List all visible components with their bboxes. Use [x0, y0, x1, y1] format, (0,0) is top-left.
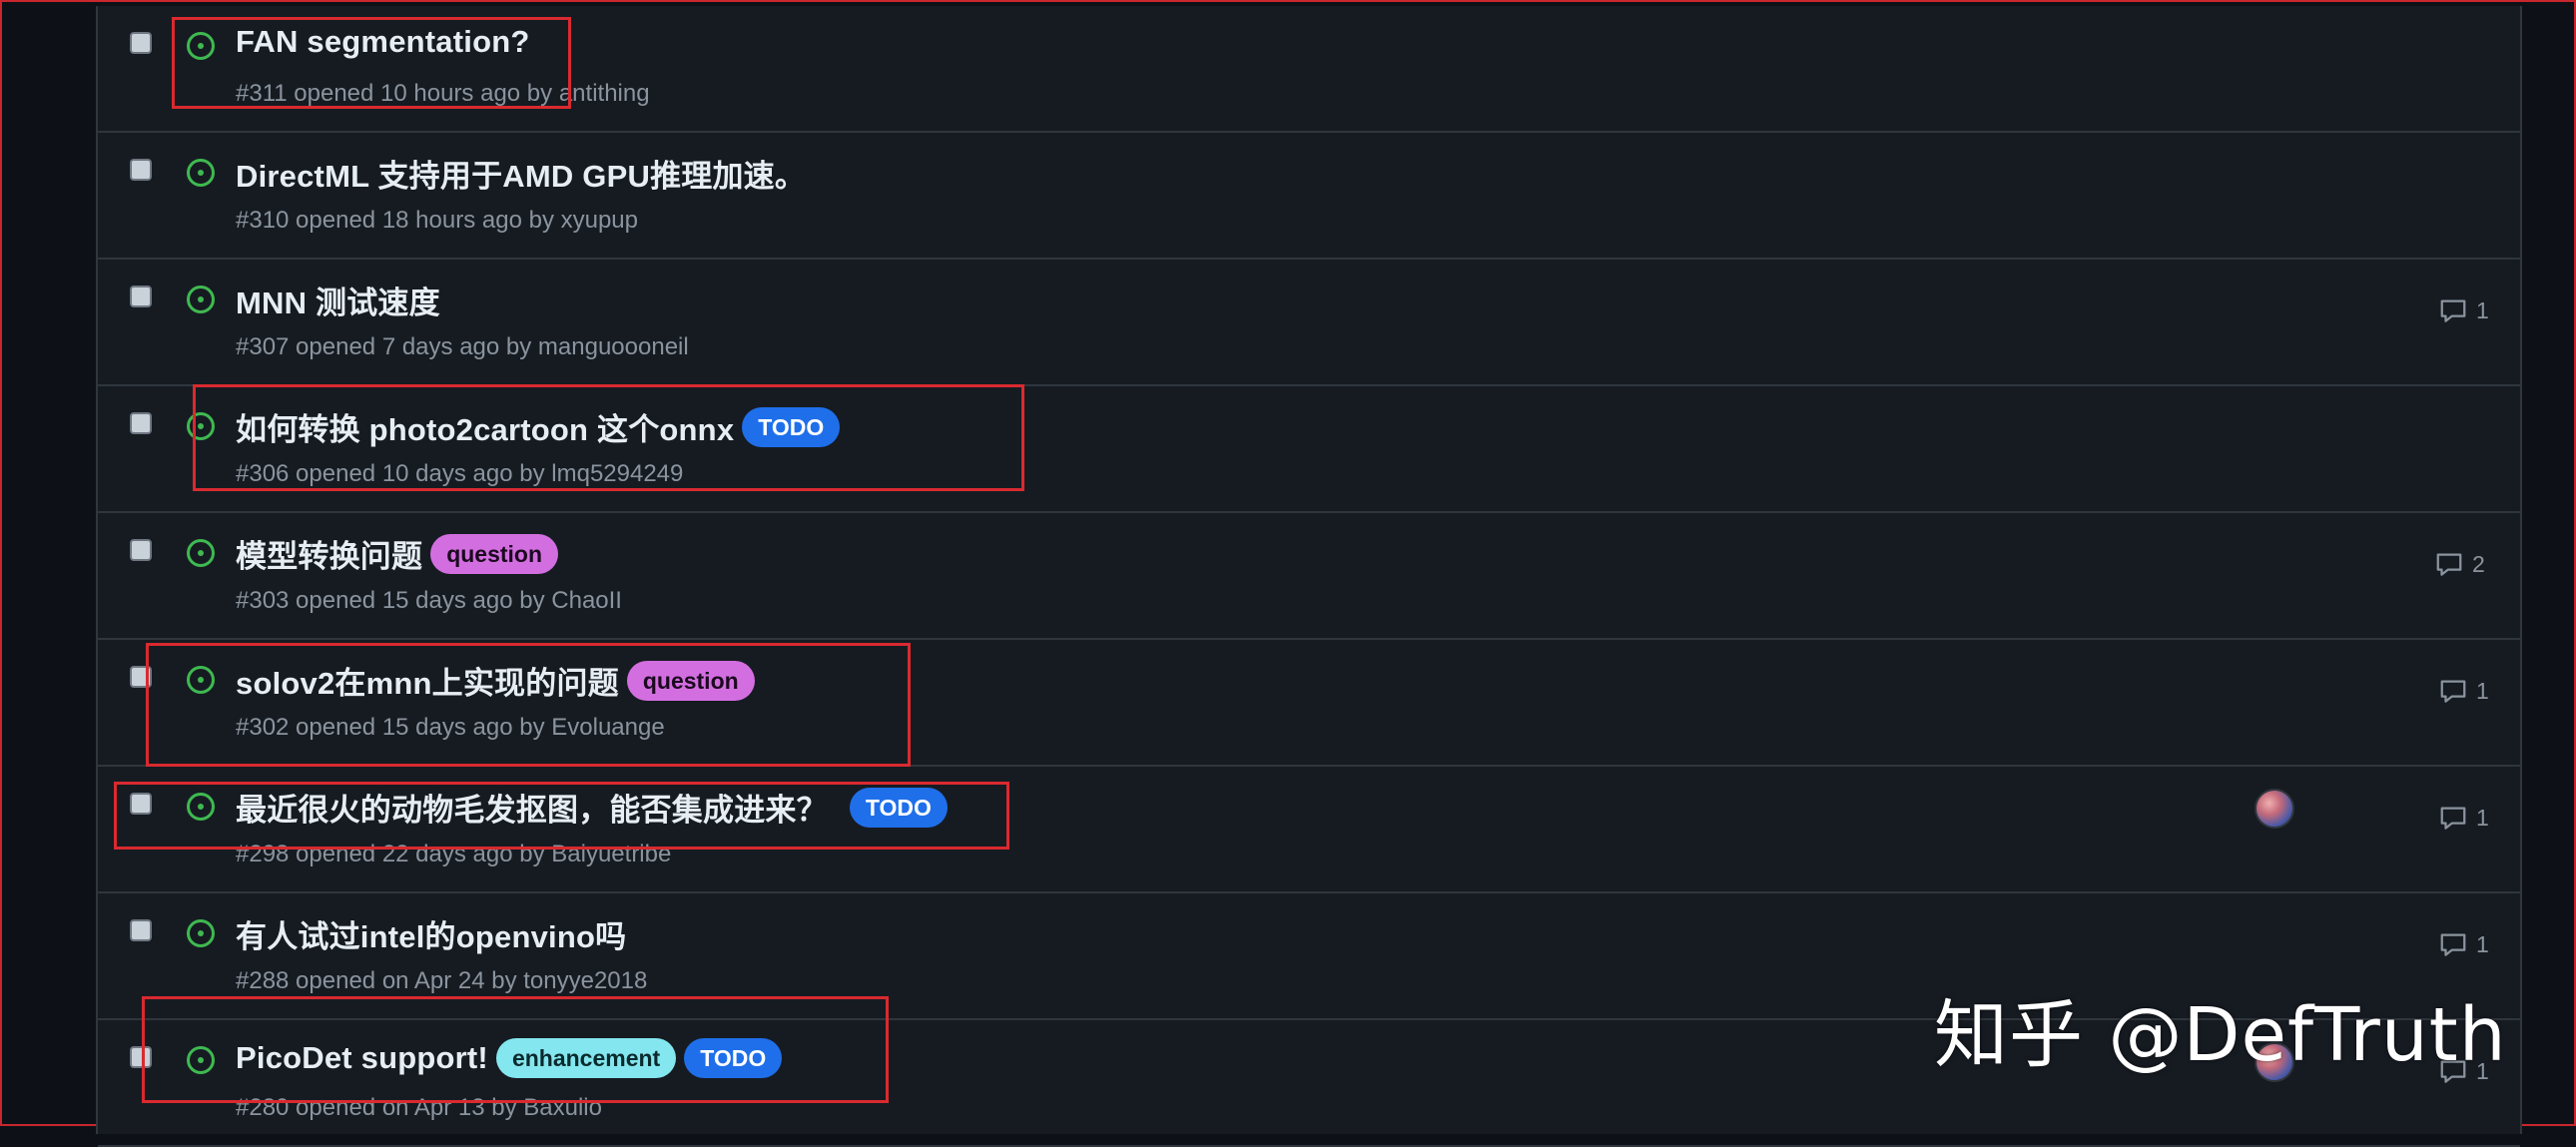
issue-title-link[interactable]: MNN 测试速度 — [236, 278, 440, 322]
comment-count-link[interactable]: 2 — [2434, 549, 2485, 579]
comment-icon — [2440, 680, 2466, 703]
issue-meta: #303 opened 15 days ago by ChaoII — [236, 587, 622, 614]
comment-count-link[interactable]: 1 — [2438, 676, 2489, 706]
comment-count: 2 — [2472, 550, 2485, 577]
issue-row[interactable]: DirectML 支持用于AMD GPU推理加速。 #310 opened 18… — [98, 133, 2520, 260]
annotation-box — [172, 17, 571, 109]
issue-opened-icon — [187, 286, 215, 313]
comment-icon — [2440, 933, 2466, 956]
comment-icon — [2440, 807, 2466, 830]
comment-count: 1 — [2476, 804, 2489, 831]
select-checkbox[interactable] — [130, 539, 152, 561]
comment-count-link[interactable]: 1 — [2438, 295, 2489, 325]
select-checkbox[interactable] — [130, 286, 152, 307]
issue-row[interactable]: MNN 测试速度 #307 opened 7 days ago by mangu… — [98, 260, 2520, 386]
issue-meta: #307 opened 7 days ago by manguoooneil — [236, 333, 689, 360]
annotation-box — [114, 782, 1009, 850]
screenshot-frame: FAN segmentation? #311 opened 10 hours a… — [0, 0, 2576, 1147]
issue-title-link[interactable]: 模型转换问题 — [236, 531, 422, 576]
watermark: 知乎 @DefTruth — [1934, 992, 2507, 1078]
label-question[interactable]: question — [430, 533, 559, 574]
select-checkbox[interactable] — [130, 32, 152, 54]
comment-icon — [2440, 299, 2466, 322]
comment-count-link[interactable]: 1 — [2438, 803, 2489, 833]
issue-meta: #288 opened on Apr 24 by tonyye2018 — [236, 967, 648, 994]
comment-icon — [2436, 553, 2462, 576]
comment-count: 1 — [2476, 296, 2489, 323]
select-checkbox[interactable] — [130, 412, 152, 434]
issue-list: FAN segmentation? #311 opened 10 hours a… — [96, 6, 2522, 1147]
comment-count-link[interactable]: 1 — [2438, 929, 2489, 959]
issue-opened-icon — [187, 919, 215, 947]
comment-count: 1 — [2476, 930, 2489, 957]
select-checkbox[interactable] — [130, 919, 152, 941]
annotation-box — [146, 643, 911, 767]
annotation-box — [142, 996, 889, 1103]
issue-title-link[interactable]: 有人试过intel的openvino吗 — [236, 911, 626, 956]
issue-meta: #310 opened 18 hours ago by xyupup — [236, 207, 638, 234]
comment-count: 1 — [2476, 677, 2489, 704]
annotation-box — [193, 384, 1024, 491]
select-checkbox[interactable] — [130, 159, 152, 181]
issue-row[interactable]: 模型转换问题 question #303 opened 15 days ago … — [98, 513, 2520, 640]
issue-opened-icon — [187, 159, 215, 187]
issue-opened-icon — [187, 539, 215, 567]
issue-title-link[interactable]: DirectML 支持用于AMD GPU推理加速。 — [236, 151, 806, 196]
assignee-avatar[interactable] — [2254, 789, 2294, 829]
